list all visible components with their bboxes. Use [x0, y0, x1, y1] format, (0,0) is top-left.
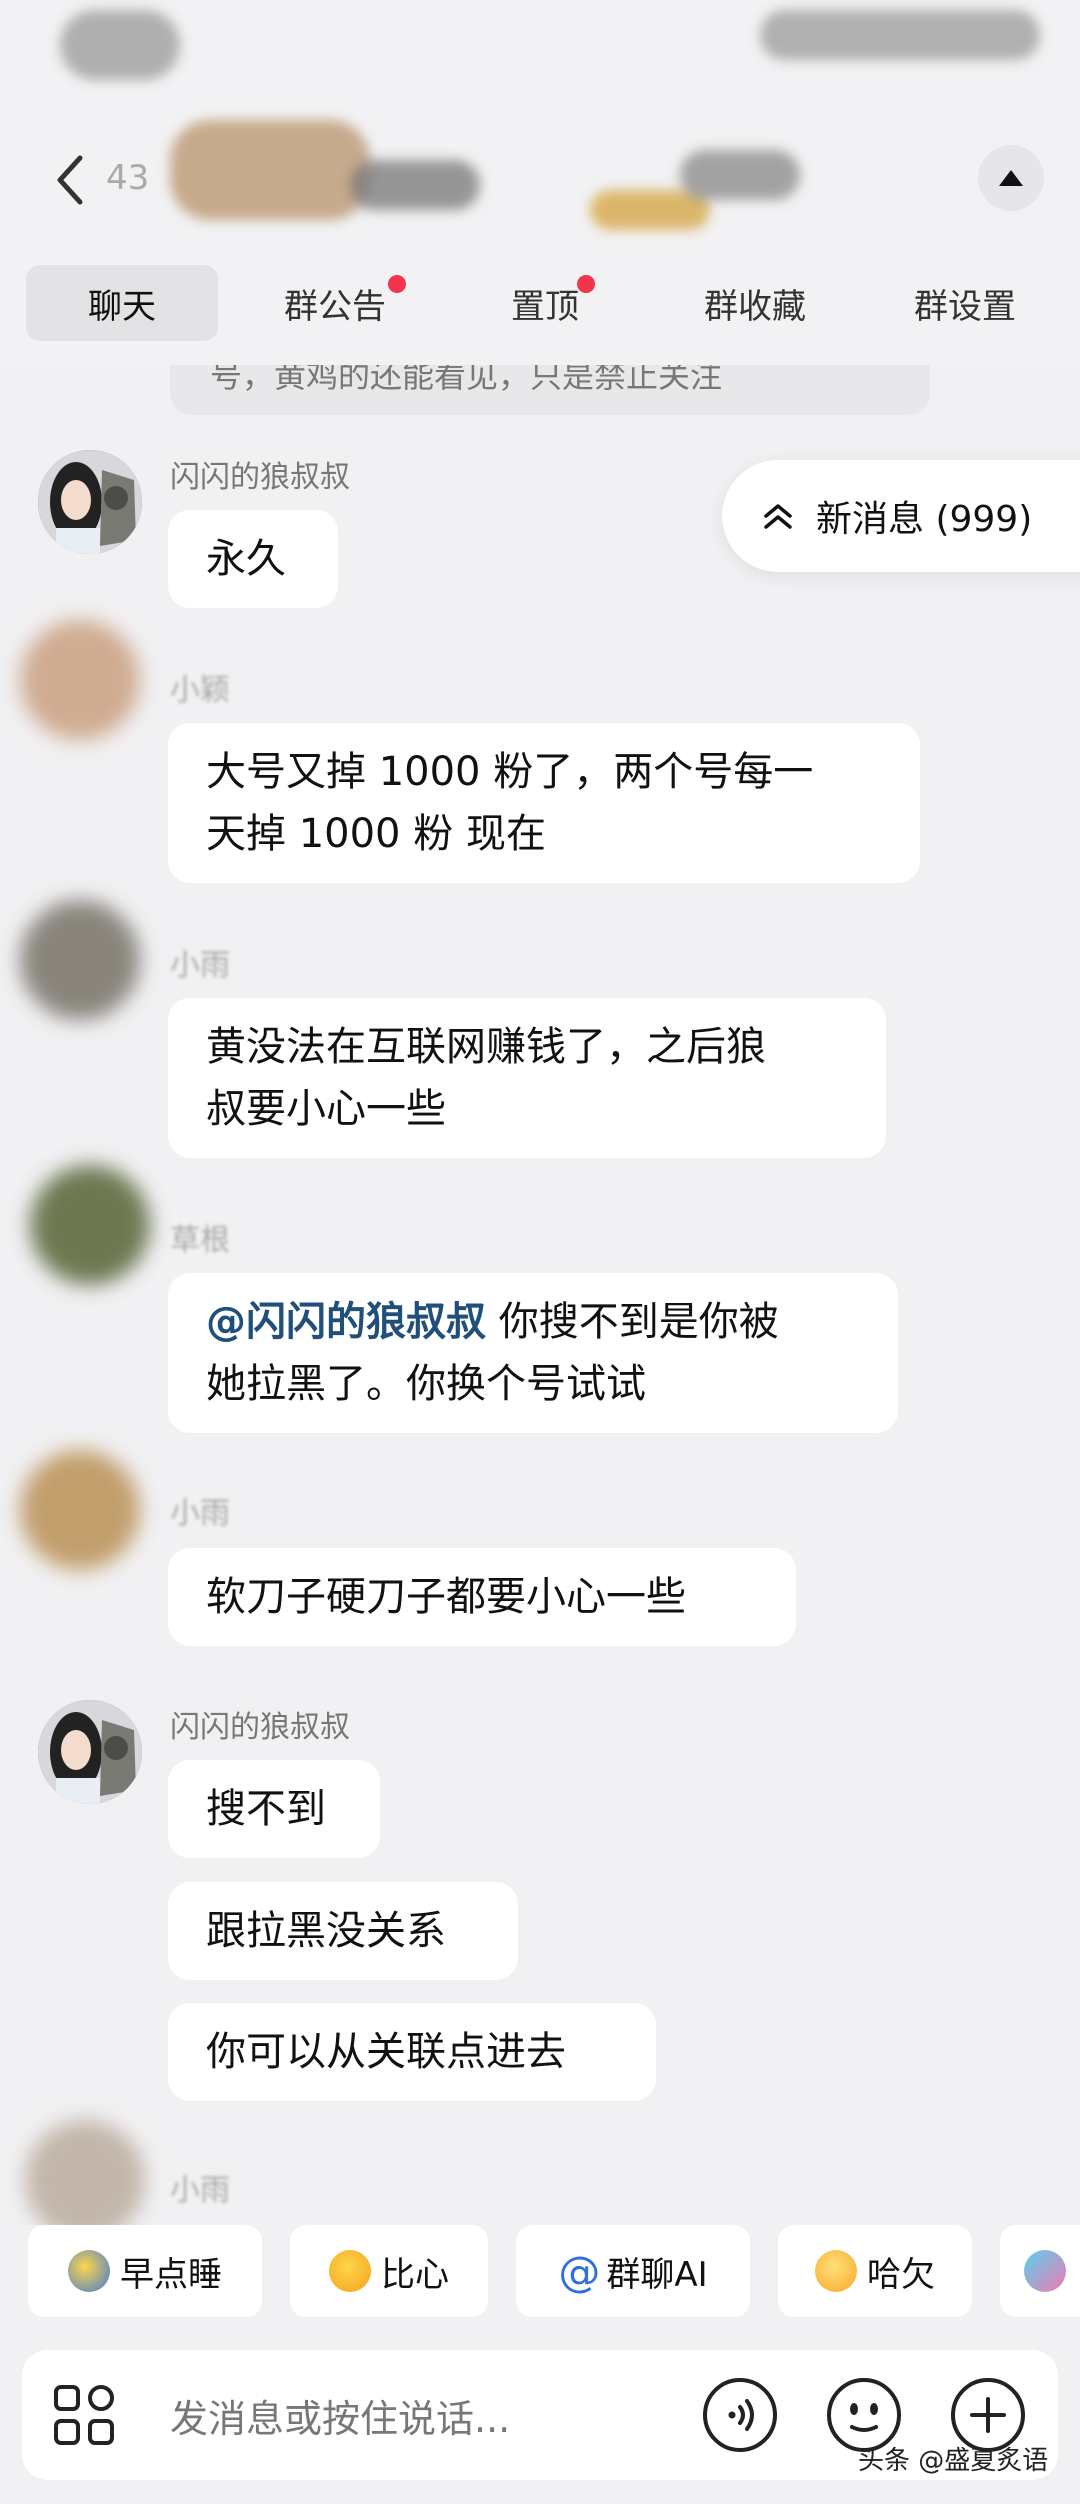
message-text: 叔要小心一些 — [206, 1086, 446, 1132]
back-button[interactable] — [50, 150, 90, 210]
new-messages-label: 新消息 (999) — [816, 499, 1033, 540]
message-bubble[interactable]: 黄没法在互联网赚钱了，之后狼 叔要小心一些 — [168, 998, 886, 1158]
tab-label: 群公告 — [284, 286, 386, 327]
chip-label: 群聊AI — [606, 2254, 708, 2295]
moon-sleep-icon — [68, 2250, 110, 2292]
quick-reply-chip[interactable]: 哈欠 — [778, 2225, 972, 2317]
message-list[interactable]: 号，黄鸡的还能看见，只是禁止关注 闪闪的狼叔叔 永久 小颖 大号又掉 1000 … — [0, 365, 1080, 2225]
message-bubble[interactable]: 你可以从关联点进去 — [168, 2003, 656, 2101]
double-chevron-up-icon — [764, 504, 792, 529]
sender-name: 小雨 — [170, 948, 230, 983]
message-input[interactable]: 发消息或按住说话... — [170, 2388, 510, 2443]
message-text: 跟拉黑没关系 — [206, 1908, 446, 1954]
unread-dot — [577, 275, 595, 293]
avatar[interactable] — [25, 2120, 145, 2225]
blurred-region — [60, 10, 180, 80]
sender-name: 闪闪的狼叔叔 — [170, 460, 350, 495]
tab-pinned[interactable]: 置顶 — [495, 265, 595, 341]
tab-label: 群收藏 — [704, 286, 806, 327]
quick-reply-chip[interactable] — [1000, 2225, 1080, 2317]
avatar[interactable] — [38, 1700, 142, 1804]
message-bubble[interactable]: 搜不到 — [168, 1760, 380, 1858]
message-text: 黄没法在互联网赚钱了，之后狼 — [206, 1024, 766, 1070]
message-text: 永久 — [206, 536, 286, 582]
triangle-up-icon — [999, 170, 1023, 186]
message-bubble[interactable]: 大号又掉 1000 粉了，两个号每一 天掉 1000 粉 现在 — [168, 723, 920, 883]
chat-header: 43 聊天 群公告 置顶 群收藏 群设置 — [0, 0, 1080, 370]
avatar-image — [38, 1700, 142, 1804]
message-bubble[interactable]: 永久 — [168, 510, 338, 608]
sender-name: 草根 — [170, 1223, 230, 1258]
tab-label: 聊天 — [88, 286, 156, 327]
sender-name: 小雨 — [170, 2173, 230, 2208]
avatar[interactable] — [30, 1165, 150, 1285]
voice-icon[interactable] — [700, 2375, 780, 2455]
avatar[interactable] — [20, 900, 140, 1020]
blurred-region — [170, 120, 370, 220]
apps-grid-icon[interactable] — [52, 2383, 116, 2447]
message-bubble[interactable]: 软刀子硬刀子都要小心一些 — [168, 1548, 796, 1646]
tab-label: 群设置 — [914, 286, 1016, 327]
message-text: 天掉 1000 粉 现在 — [206, 811, 546, 857]
quick-reply-chip[interactable]: @ 群聊AI — [516, 2225, 750, 2317]
message-text: 你搜不到是你被 — [486, 1299, 779, 1345]
sender-name: 小雨 — [170, 1496, 230, 1531]
tab-label: 置顶 — [511, 286, 579, 327]
unread-dot — [388, 275, 406, 293]
tab-announcement[interactable]: 群公告 — [260, 265, 410, 341]
avatar-image — [38, 450, 142, 554]
tab-favorites[interactable]: 群收藏 — [690, 265, 820, 341]
message-text: 你可以从关联点进去 — [206, 2029, 566, 2075]
avatar[interactable] — [38, 450, 142, 554]
tab-chat[interactable]: 聊天 — [26, 265, 218, 341]
at-icon: @ — [558, 2246, 601, 2296]
chip-label: 比心 — [381, 2254, 449, 2295]
heart-hands-icon — [329, 2250, 371, 2292]
message-bubble[interactable]: 号，黄鸡的还能看见，只是禁止关注 — [170, 365, 930, 415]
blurred-region — [760, 10, 1040, 60]
message-text: 大号又掉 1000 粉了，两个号每一 — [206, 749, 814, 795]
message-text: 她拉黑了。你换个号试试 — [206, 1361, 646, 1407]
chip-label: 哈欠 — [867, 2254, 935, 2295]
message-bubble[interactable]: @闪闪的狼叔叔 你搜不到是你被 她拉黑了。你换个号试试 — [168, 1273, 898, 1433]
message-text: 号，黄鸡的还能看见，只是禁止关注 — [210, 365, 723, 395]
watermark: 头条 @盛夏炙语 — [858, 2446, 1049, 2476]
message-text: @闪闪的狼叔叔 你搜不到是你被 — [206, 1291, 860, 1353]
message-bubble[interactable]: 跟拉黑没关系 — [168, 1882, 518, 1980]
sender-name: 小颖 — [170, 673, 230, 708]
message-text: 搜不到 — [206, 1786, 326, 1832]
emoji-icon — [1024, 2250, 1066, 2292]
chip-label: 早点睡 — [120, 2254, 222, 2295]
quick-reply-chip[interactable]: 比心 — [290, 2225, 488, 2317]
avatar[interactable] — [20, 1450, 140, 1570]
tab-settings[interactable]: 群设置 — [900, 265, 1030, 341]
unread-count: 43 — [106, 158, 150, 198]
sender-name: 闪闪的狼叔叔 — [170, 1710, 350, 1745]
message-text: 软刀子硬刀子都要小心一些 — [206, 1574, 686, 1620]
tab-bar: 聊天 群公告 置顶 群收藏 群设置 — [0, 265, 1080, 345]
blurred-region — [680, 150, 800, 200]
avatar[interactable] — [20, 620, 140, 740]
quick-reply-chip[interactable]: 早点睡 — [28, 2225, 262, 2317]
blurred-region — [350, 160, 480, 210]
mention-link[interactable]: @闪闪的狼叔叔 — [206, 1299, 486, 1345]
quick-reply-bar: 早点睡 比心 @ 群聊AI 哈欠 — [0, 2225, 1080, 2321]
collapse-button[interactable] — [978, 145, 1044, 211]
yawn-icon — [815, 2250, 857, 2292]
new-messages-button[interactable]: 新消息 (999) — [722, 460, 1080, 572]
chevron-left-icon — [57, 155, 83, 205]
